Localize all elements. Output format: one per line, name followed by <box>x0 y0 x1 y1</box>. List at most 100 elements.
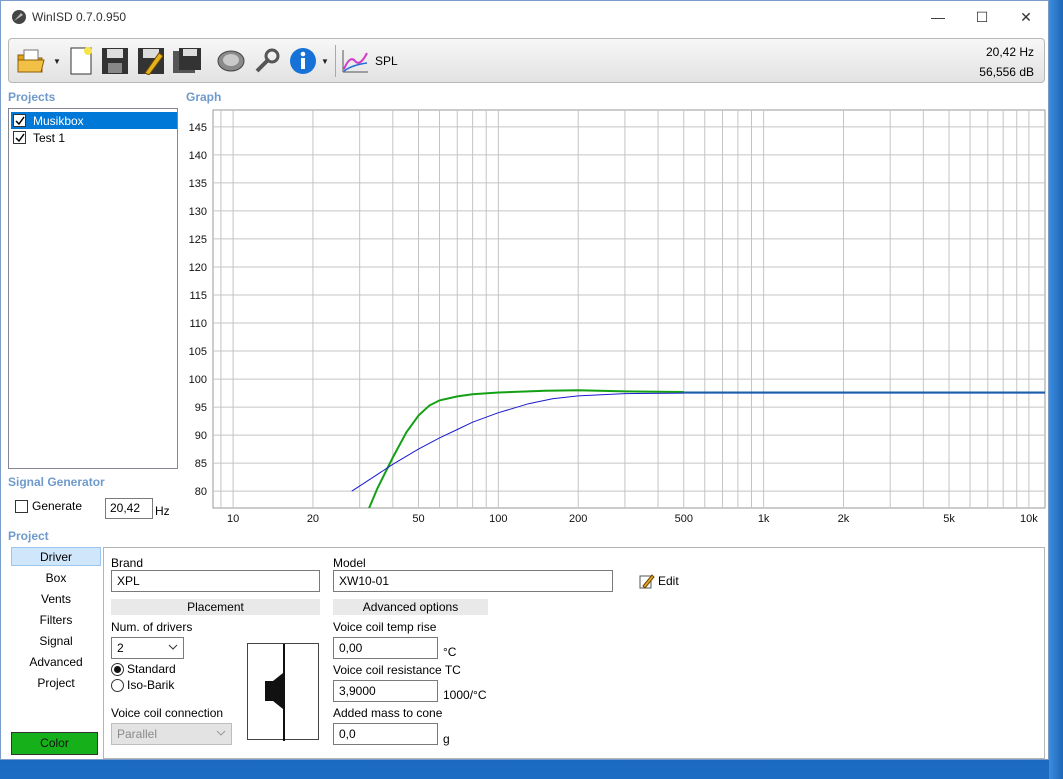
nav-item-filters[interactable]: Filters <box>11 611 101 630</box>
plot-area <box>212 109 1046 509</box>
x-tick-label: 200 <box>569 513 587 525</box>
folder-icon <box>17 49 45 73</box>
vc-resistance-field[interactable]: 3,9000 <box>333 680 438 702</box>
x-tick-label: 100 <box>489 513 507 525</box>
edit-driver-button[interactable]: Edit <box>639 573 679 589</box>
minimize-button[interactable]: — <box>915 1 961 33</box>
driver-editor-button[interactable] <box>215 44 247 78</box>
nav-item-project[interactable]: Project <box>11 674 101 693</box>
added-mass-field[interactable]: 0,0 <box>333 723 438 745</box>
open-folder-button[interactable] <box>15 44 47 78</box>
advanced-options-header: Advanced options <box>333 599 488 615</box>
maximize-button[interactable]: ☐ <box>959 1 1005 33</box>
desktop-edge <box>1049 0 1063 779</box>
info-icon <box>290 48 316 74</box>
info-dropdown-arrow[interactable]: ▼ <box>321 57 329 66</box>
driver-placement-diagram <box>247 643 319 741</box>
graph-icon <box>342 50 368 73</box>
y-tick-label: 95 <box>195 402 207 414</box>
spl-graph[interactable]: 80 85 90 95 100 105 110 115 120 125 130 135 140 145 10… <box>181 108 1046 529</box>
graph-section-label: Graph <box>186 90 222 104</box>
nav-item-vents[interactable]: Vents <box>11 590 101 609</box>
project-checkbox[interactable] <box>13 114 26 127</box>
nav-item-advanced[interactable]: Advanced <box>11 653 101 672</box>
placement-header: Placement <box>111 599 320 615</box>
spl-chart[interactable]: 80 85 90 95 100 105 110 115 120 125 130 135 140 145 10… <box>181 108 1046 529</box>
placement-isobarik-radio[interactable]: Iso-Barik <box>111 678 174 692</box>
save-as-button[interactable] <box>135 44 167 78</box>
cursor-frequency-readout: 20,42 Hz <box>985 45 1034 59</box>
vc-temp-unit: °C <box>443 645 457 659</box>
added-mass-label: Added mass to cone <box>333 706 443 720</box>
info-button[interactable] <box>287 44 319 78</box>
y-tick-label: 120 <box>189 262 207 274</box>
y-tick-label: 135 <box>189 178 207 190</box>
added-mass-unit: g <box>443 732 450 746</box>
num-drivers-value: 2 <box>117 641 124 655</box>
num-drivers-label: Num. of drivers <box>111 620 193 634</box>
y-tick-label: 105 <box>189 346 207 358</box>
vc-resistance-label: Voice coil resistance TC <box>333 663 461 677</box>
project-item-test-1[interactable]: Test 1 <box>11 129 177 146</box>
pencil-icon <box>639 574 655 589</box>
num-drivers-select[interactable]: 2 <box>111 637 184 659</box>
x-tick-label: 10 <box>227 513 239 525</box>
y-tick-label: 125 <box>189 234 207 246</box>
vc-connection-select: Parallel <box>111 723 232 745</box>
brand-field[interactable]: XPL <box>111 570 320 592</box>
project-checkbox[interactable] <box>13 131 26 144</box>
x-tick-label: 2k <box>838 513 850 525</box>
projects-section-label: Projects <box>8 90 56 104</box>
y-tick-label: 110 <box>189 318 207 330</box>
generator-frequency-unit: Hz <box>155 504 170 518</box>
main-toolbar: ▼ ▼ SPL 20,42 Hz 56,556 dB <box>8 38 1045 83</box>
x-tick-label: 5k <box>943 513 955 525</box>
radio-button[interactable] <box>111 662 124 676</box>
y-tick-label: 90 <box>195 430 207 442</box>
x-tick-label: 10k <box>1020 513 1038 525</box>
nav-item-signal[interactable]: Signal <box>11 632 101 651</box>
close-button[interactable]: ✕ <box>1003 1 1049 33</box>
generate-checkbox[interactable] <box>15 499 28 513</box>
open-dropdown-arrow[interactable]: ▼ <box>53 57 61 66</box>
x-tick-label: 500 <box>675 513 693 525</box>
nav-item-driver[interactable]: Driver <box>11 547 101 566</box>
chevron-down-icon <box>167 641 179 656</box>
speaker-icon <box>217 50 245 72</box>
x-tick-label: 1k <box>758 513 770 525</box>
window-title: WinISD 0.7.0.950 <box>32 10 127 24</box>
generate-option[interactable]: Generate <box>15 499 82 513</box>
y-tick-label: 100 <box>189 374 207 386</box>
vc-connection-label: Voice coil connection <box>111 706 224 720</box>
generator-frequency-input[interactable]: 20,42 <box>105 498 153 519</box>
project-item-musikbox[interactable]: Musikbox <box>11 112 177 129</box>
nav-item-box[interactable]: Box <box>11 569 101 588</box>
tools-button[interactable] <box>251 44 283 78</box>
radio-button[interactable] <box>111 678 124 692</box>
y-tick-label: 130 <box>189 206 207 218</box>
projects-list[interactable]: Musikbox Test 1 <box>8 108 178 469</box>
project-section-label: Project <box>8 529 49 543</box>
new-project-button[interactable] <box>65 44 97 78</box>
project-label: Test 1 <box>33 130 66 145</box>
save-all-button[interactable] <box>171 44 203 78</box>
edit-label: Edit <box>658 574 679 588</box>
signal-generator-section-label: Signal Generator <box>8 475 105 489</box>
model-field[interactable]: XW10-01 <box>333 570 613 592</box>
title-bar[interactable]: WinISD 0.7.0.950 — ☐ ✕ <box>1 1 1048 33</box>
wrench-icon <box>255 48 280 73</box>
save-button[interactable] <box>99 44 131 78</box>
placement-standard-radio[interactable]: Standard <box>111 662 176 676</box>
x-tick-label: 50 <box>412 513 424 525</box>
graph-type-button[interactable] <box>339 44 371 78</box>
y-tick-label: 145 <box>189 122 207 134</box>
vc-resistance-unit: 1000/°C <box>443 688 487 702</box>
y-tick-label: 115 <box>189 290 207 302</box>
new-document-icon <box>70 47 92 75</box>
generate-label: Generate <box>32 499 83 513</box>
chevron-down-icon <box>215 727 227 742</box>
color-button[interactable]: Color <box>11 732 98 755</box>
x-tick-label: 20 <box>307 513 319 525</box>
model-label: Model <box>333 556 366 570</box>
vc-temp-field[interactable]: 0,00 <box>333 637 438 659</box>
